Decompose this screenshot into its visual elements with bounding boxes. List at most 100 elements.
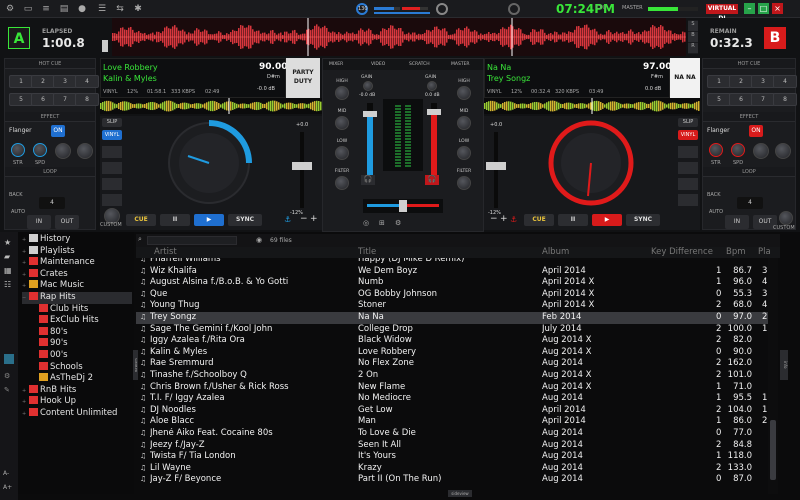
mixer-b-filter-knob[interactable] [457,176,471,190]
col-album[interactable]: Album [542,247,642,258]
tree-expander[interactable]: − [22,293,29,305]
mixer-b-mid-knob[interactable] [457,116,471,130]
deck-a-pause-button[interactable]: II [160,214,190,226]
col-title[interactable]: Title [358,247,538,258]
deck-a-effect-name[interactable]: Flanger [9,127,32,134]
overview-btn-b[interactable]: B [688,32,698,42]
deck-a-pitch-plus[interactable]: + [310,214,318,224]
deck-b-hotcue-3[interactable]: 3 [751,75,775,88]
tree-item[interactable]: 80's [32,326,132,339]
deck-a-slip-button[interactable]: SLIP [102,118,122,127]
deck-a-hotcue-3[interactable]: 3 [53,75,77,88]
deck-b-spd-knob[interactable] [731,143,745,157]
maximize-button[interactable]: □ [758,3,769,14]
deck-b-side-btn-3[interactable] [678,178,698,190]
table-row[interactable]: ♫ Trey Songz Na Na Feb 2014 0 97.0 2 [136,312,768,324]
table-row[interactable]: ♫ Twista F/ Tia London It's Yours Aug 2014 1… [136,451,768,463]
grid-icon[interactable]: ▦ [4,266,12,275]
table-row[interactable]: ♫ T.I. F/ Iggy Azalea No Mediocre Aug 2014 1… [136,393,768,405]
tree-item[interactable]: AsTheDj 2 [32,373,132,385]
deck-a-vinyl-button[interactable]: VINYL [102,130,122,140]
deck-b-slip-button[interactable]: SLIP [678,118,698,127]
deck-a-jogwheel[interactable] [166,120,252,206]
tab-scratch[interactable]: SCRATCH [409,62,430,67]
mixer-a-mid-knob[interactable] [335,116,349,130]
table-row[interactable]: ♫ Wiz Khalifa We Dem Boyz April 2014 1 86.7 3 [136,266,768,278]
tab-video[interactable]: VIDEO [371,62,385,67]
deck-b-effect-name[interactable]: Flanger [707,127,730,134]
tree-item[interactable]: + Playlists [22,245,132,258]
deck-a-hotcue-7[interactable]: 7 [53,93,77,106]
deck-b-jogwheel[interactable] [548,120,634,206]
deck-b-str-knob[interactable] [709,143,723,157]
crossfader-handle[interactable] [399,200,407,212]
mixer-a-low-knob[interactable] [335,146,349,160]
deck-b-hotcue-5[interactable]: 5 [707,93,731,106]
mixer-volume-b-fader[interactable] [427,109,441,115]
tree-item[interactable]: + History [22,234,132,246]
deck-a-spd-knob[interactable] [33,143,47,157]
playlist-icon[interactable]: ☰ [96,4,108,14]
record-icon[interactable]: ● [76,4,88,14]
deck-b-pitch-slider[interactable] [486,162,506,170]
table-row[interactable]: ♫ Que OG Bobby Johnson April 2014 X 0 55.3 3 [136,289,768,301]
deck-a-key-lock-icon[interactable]: ⚓ [284,215,291,224]
deck-b-loop-size[interactable]: 4 [737,197,763,209]
deck-a-effect-knob-4[interactable] [77,143,93,159]
settings-icon[interactable]: ⚙ [4,4,16,14]
deck-a-hotcue-4[interactable]: 4 [75,75,99,88]
tree-item[interactable]: ExClub Hits [32,315,132,327]
gear-icon[interactable]: ✱ [132,4,144,14]
table-row[interactable]: ♫ Rae Sremmurd No Flex Zone Aug 2014 2 162.0 [136,358,768,370]
col-key-difference[interactable]: Key Difference [651,247,717,258]
deck-b-loop-in[interactable]: IN [725,215,749,229]
deck-b-pause-button[interactable]: II [558,214,588,226]
tree-item[interactable]: Schools [32,361,132,374]
table-row[interactable]: ♫ Tinashe f./Schoolboy Q 2 On Aug 2014 X 2 10… [136,370,768,382]
deck-a-loop-out[interactable]: OUT [55,215,79,229]
deck-a-hotcue-2[interactable]: 2 [31,75,55,88]
deck-b-hotcue-8[interactable]: 8 [773,93,797,106]
sampler-icon[interactable]: ▤ [58,4,70,14]
col-bpm[interactable]: Bpm [726,247,752,258]
deck-b-custom-knob[interactable] [779,211,793,225]
table-row[interactable]: ♫ August Alsina f./B.o.B. & Yo Gotti Numb A… [136,277,768,289]
table-row[interactable]: ♫ Sage The Gemini f./Kool John College Dro… [136,324,768,336]
table-row[interactable]: ♫ Jay-Z F/ Beyonce Part II (On The Run) Aug… [136,474,768,486]
tree-item[interactable]: Club Hits [32,303,132,316]
deck-b-sync-button[interactable]: SYNC [626,214,660,226]
deck-a-hotcue-8[interactable]: 8 [75,93,99,106]
tree-item[interactable]: + Maintenance [22,257,132,269]
deck-b-effect-knob-3[interactable] [753,143,769,159]
monitor-icon[interactable]: ▭ [22,4,34,14]
deck-b-hotcue-4[interactable]: 4 [773,75,797,88]
tree-item[interactable]: 90's [32,338,132,350]
tree-item[interactable]: + Hook Up [22,396,132,408]
deck-b-effect-knob-4[interactable] [775,143,791,159]
deck-a-sync-button[interactable]: SYNC [228,214,262,226]
deck-a-str-knob[interactable] [11,143,25,157]
deck-a-hotcue-5[interactable]: 5 [9,93,33,106]
deck-b-play-button[interactable]: ▶ [592,214,622,226]
deck-b-cue-button[interactable]: CUE [524,214,554,226]
search-clear-icon[interactable]: ◉ [256,236,262,244]
deck-b-key-lock-icon[interactable]: ⚓ [510,215,517,224]
deck-a-hotcue-1[interactable]: 1 [9,75,33,88]
deck-b-pitch-minus[interactable]: − [490,214,498,224]
star-icon[interactable]: ★ [4,238,11,247]
overview-btn-r[interactable]: R [688,43,698,53]
table-row[interactable]: ♫ Pharrell Williams Happy (DJ Mike D Remix… [136,258,768,266]
deck-a-hotcue-6[interactable]: 6 [31,93,55,106]
side-link-icon[interactable]: ✎ [4,386,10,394]
tab-master[interactable]: MASTER [451,62,470,67]
deck-b-side-btn-4[interactable] [678,194,698,206]
deck-b-waveform[interactable] [484,98,700,114]
deck-a-play-button[interactable]: ▶ [194,214,224,226]
table-row[interactable]: ♫ DJ Noodles Get Low April 2014 2 104.0 1 [136,405,768,417]
font-larger-button[interactable]: A+ [3,484,12,491]
tree-item[interactable]: + Mac Music [22,280,132,292]
mixer-a-high-knob[interactable] [335,86,349,100]
col-artist[interactable]: Artist [154,247,354,258]
deck-b-effect-on[interactable]: ON [749,125,763,137]
deck-b-hotcue-2[interactable]: 2 [729,75,753,88]
